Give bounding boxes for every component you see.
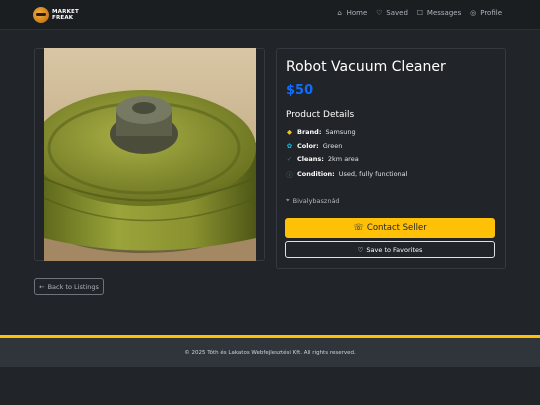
chat-dots-icon: ☏ (353, 223, 364, 233)
person-circle-icon: ◎ (470, 9, 477, 17)
spec-cleans: ✓ Cleans: 2km area (286, 155, 359, 163)
tag-icon: ◆ (287, 128, 292, 136)
spec-color: ✿ Color: Green (286, 142, 343, 150)
spec-brand-value: Samsung (325, 128, 356, 136)
page-bottom (0, 367, 540, 405)
spec-color-value: Green (322, 142, 343, 150)
logo-mascot-icon (33, 7, 49, 23)
navbar: MARKET FREAK ⌂ Home ♡ Saved ☐ Messages ◎… (0, 0, 540, 30)
house-icon: ⌂ (337, 9, 342, 17)
heart-icon: ♡ (376, 9, 383, 17)
product-details-heading: Product Details (286, 110, 355, 120)
save-to-favorites-button[interactable]: ♡ Save to Favorites (285, 241, 495, 258)
nav-profile[interactable]: ◎ Profile (469, 9, 502, 17)
logo-line-2: FREAK (52, 15, 74, 21)
footer: © 2025 Tóth és Lakatos Webfejlesztési Kf… (0, 338, 540, 367)
spec-color-key: Color: (297, 142, 319, 150)
info-icon: ⓘ (286, 171, 293, 179)
nav-messages[interactable]: ☐ Messages (416, 9, 461, 17)
back-to-listings-button[interactable]: ← Back to Listings (34, 278, 104, 295)
location-text: Bivalybasznád (292, 196, 340, 205)
nav-links: ⌂ Home ♡ Saved ☐ Messages ◎ Profile (336, 9, 502, 17)
chat-icon: ☐ (416, 9, 424, 17)
arrow-left-icon: ← (39, 282, 45, 291)
contact-seller-label: Contact Seller (366, 223, 427, 233)
product-title: Robot Vacuum Cleaner (286, 59, 446, 75)
nav-saved[interactable]: ♡ Saved (375, 9, 408, 17)
logo-text: MARKET FREAK (52, 9, 79, 21)
heart-icon: ♡ (357, 245, 364, 254)
spec-cleans-key: Cleans: (297, 155, 324, 163)
nav-home-label: Home (346, 9, 368, 17)
product-location: ⌖ Bivalybasznád (286, 196, 340, 205)
spec-condition-value: Used, fully functional (338, 170, 408, 178)
palette-icon: ✿ (286, 142, 293, 150)
nav-profile-label: Profile (480, 9, 502, 17)
back-to-listings-label: Back to Listings (47, 282, 99, 291)
check-circle-icon: ✓ (286, 155, 293, 163)
product-photo-graphic (44, 48, 256, 261)
footer-copyright: © 2025 Tóth és Lakatos Webfejlesztési Kf… (184, 349, 356, 356)
spec-brand: ◆ Brand: Samsung (286, 128, 356, 136)
product-price: $50 (286, 83, 314, 98)
save-to-favorites-label: Save to Favorites (366, 245, 423, 254)
site-logo[interactable]: MARKET FREAK (33, 4, 83, 26)
nav-home[interactable]: ⌂ Home (336, 9, 368, 17)
spec-cleans-value: 2km area (327, 155, 359, 163)
nav-messages-label: Messages (426, 9, 462, 17)
geo-pin-icon: ⌖ (286, 196, 290, 204)
spec-condition-key: Condition: (297, 170, 335, 178)
nav-saved-label: Saved (386, 9, 408, 17)
spec-condition: ⓘ Condition: Used, fully functional (286, 169, 407, 179)
spec-brand-key: Brand: (297, 128, 322, 136)
contact-seller-button[interactable]: ☏ Contact Seller (285, 218, 495, 238)
product-image[interactable] (44, 48, 256, 261)
